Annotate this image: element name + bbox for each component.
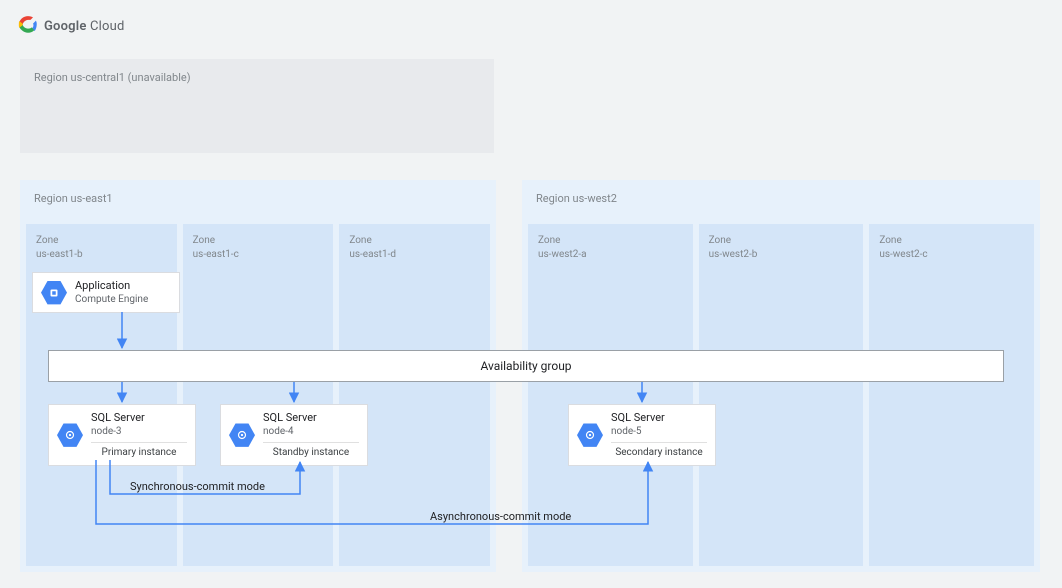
brand-text: Google Cloud [44, 19, 125, 34]
sql-server-icon [229, 422, 255, 448]
card-role: Secondary instance [611, 442, 707, 459]
sql-server-icon [577, 422, 603, 448]
availability-group-label: Availability group [480, 359, 571, 373]
availability-group-bar: Availability group [48, 350, 1004, 382]
zone-us-east1-c: Zoneus-east1-c [183, 224, 334, 566]
card-title: Application [75, 279, 171, 293]
region-label: Region us-west2 [522, 192, 1040, 205]
card-subtitle: node-4 [263, 425, 359, 438]
header: Google Cloud [0, 0, 1062, 46]
sql-server-icon [57, 422, 83, 448]
card-title: SQL Server [611, 411, 707, 425]
sync-commit-label: Synchronous-commit mode [130, 480, 265, 493]
region-us-central1-unavailable: Region us-central1 (unavailable) [20, 59, 494, 153]
card-subtitle: node-5 [611, 425, 707, 438]
region-label: Region us-east1 [20, 192, 496, 205]
zone-us-east1-b: Zoneus-east1-b Application Compute Engin… [26, 224, 177, 566]
card-role: Standby instance [263, 442, 359, 459]
sql-node-4-card: SQL Server node-4 Standby instance [220, 404, 368, 466]
async-commit-label: Asynchronous-commit mode [430, 510, 571, 523]
compute-engine-icon [41, 280, 67, 306]
zones-row: Zoneus-east1-b Application Compute Engin… [20, 224, 496, 566]
card-title: SQL Server [263, 411, 359, 425]
card-title: SQL Server [91, 411, 187, 425]
card-role: Primary instance [91, 442, 187, 459]
zone-us-west2-c: Zoneus-west2-c [869, 224, 1034, 566]
card-subtitle: Compute Engine [75, 293, 171, 306]
zones-row: Zoneus-west2-a Zoneus-west2-b Zoneus-wes… [522, 224, 1040, 566]
region-label: Region us-central1 (unavailable) [34, 71, 191, 84]
sql-node-3-card: SQL Server node-3 Primary instance [48, 404, 196, 466]
application-card: Application Compute Engine [32, 272, 180, 313]
google-cloud-logo-icon [18, 14, 38, 38]
zone-us-west2-b: Zoneus-west2-b [699, 224, 864, 566]
card-subtitle: node-3 [91, 425, 187, 438]
sql-node-5-card: SQL Server node-5 Secondary instance [568, 404, 716, 466]
